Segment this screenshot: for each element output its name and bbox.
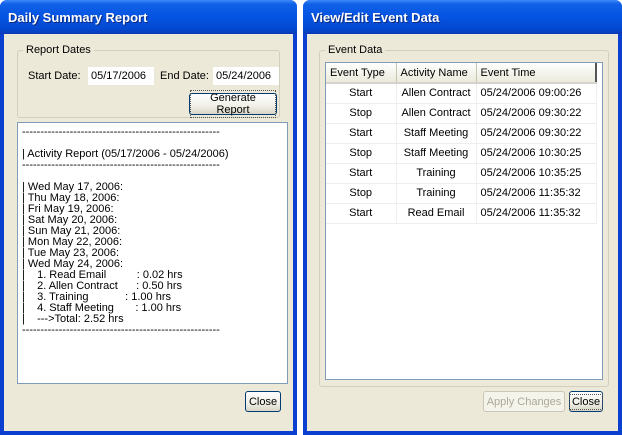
events-close-label: Close <box>568 393 604 410</box>
activity-name-cell: Training <box>396 163 477 184</box>
activity-name-cell: Allen Contract <box>396 103 477 124</box>
window-title: Daily Summary Report <box>8 9 148 25</box>
event-type-cell: Start <box>326 123 397 144</box>
table-row[interactable]: Stop Training 05/24/2006 11:35:32 <box>326 183 597 204</box>
event-time-cell: 05/24/2006 10:30:25 <box>476 143 597 164</box>
report-text-area[interactable]: ----------------------------------------… <box>17 122 288 384</box>
event-table: Event Type Activity Name Event Time Star… <box>326 63 597 224</box>
end-date-label: End Date: <box>160 70 209 82</box>
summary-close-button[interactable]: Close <box>245 391 281 412</box>
generate-report-label: Generate Report <box>190 90 276 118</box>
column-header-activity-name[interactable]: Activity Name <box>396 63 477 84</box>
event-type-cell: Stop <box>326 183 397 204</box>
table-row[interactable]: Start Allen Contract 05/24/2006 09:00:26 <box>326 83 597 104</box>
table-row[interactable]: Stop Staff Meeting 05/24/2006 10:30:25 <box>326 143 597 164</box>
event-type-cell: Start <box>326 203 397 224</box>
event-type-cell: Start <box>326 83 397 104</box>
event-type-cell: Stop <box>326 143 397 164</box>
event-data-client: Event Data Event Type Activity Name Even… <box>307 34 618 431</box>
event-time-cell: 05/24/2006 09:30:22 <box>476 123 597 144</box>
table-row[interactable]: Start Training 05/24/2006 10:35:25 <box>326 163 597 184</box>
event-type-cell: Stop <box>326 103 397 124</box>
activity-name-cell: Staff Meeting <box>396 143 477 164</box>
activity-name-cell: Allen Contract <box>396 83 477 104</box>
generate-report-button[interactable]: Generate Report <box>189 90 277 118</box>
event-time-cell: 05/24/2006 09:00:26 <box>476 83 597 104</box>
report-line: ----------------------------------------… <box>22 159 220 171</box>
daily-summary-window: Daily Summary Report Report Dates Start … <box>0 0 297 435</box>
event-data-window: View/Edit Event Data Event Data Event Ty… <box>303 0 622 435</box>
report-line: ----------------------------------------… <box>22 324 220 336</box>
table-row[interactable]: Start Read Email 05/24/2006 11:35:32 <box>326 203 597 224</box>
event-table-body: Start Allen Contract 05/24/2006 09:00:26 St… <box>326 83 597 224</box>
activity-name-cell: Training <box>396 183 477 204</box>
activity-name-cell: Read Email <box>396 203 477 224</box>
events-close-button[interactable]: Close <box>568 391 604 412</box>
event-time-cell: 05/24/2006 11:35:32 <box>476 183 597 204</box>
table-row[interactable]: Stop Allen Contract 05/24/2006 09:30:22 <box>326 103 597 124</box>
report-line: ----------------------------------------… <box>22 126 220 138</box>
activity-name-cell: Staff Meeting <box>396 123 477 144</box>
summary-close-label: Close <box>248 395 278 408</box>
column-header-event-type[interactable]: Event Type <box>326 63 397 84</box>
event-time-cell: 05/24/2006 10:35:25 <box>476 163 597 184</box>
start-date-label: Start Date: <box>28 70 81 82</box>
event-list[interactable]: Event Type Activity Name Event Time Star… <box>325 62 603 380</box>
apply-changes-label: Apply Changes <box>486 395 562 408</box>
start-date-field[interactable]: 05/17/2006 <box>88 67 154 85</box>
event-type-cell: Start <box>326 163 397 184</box>
event-table-header: Event Type Activity Name Event Time <box>326 63 597 84</box>
event-data-legend: Event Data <box>328 44 383 56</box>
event-time-cell: 05/24/2006 11:35:32 <box>476 203 597 224</box>
column-header-event-time[interactable]: Event Time <box>476 63 597 84</box>
report-dates-legend: Report Dates <box>26 44 91 56</box>
table-row[interactable]: Start Staff Meeting 05/24/2006 09:30:22 <box>326 123 597 144</box>
daily-summary-client: Report Dates Start Date: 05/17/2006 End … <box>4 34 293 431</box>
daily-summary-titlebar[interactable]: Daily Summary Report <box>0 0 297 34</box>
apply-changes-button[interactable]: Apply Changes <box>483 391 565 412</box>
end-date-field[interactable]: 05/24/2006 <box>213 67 279 85</box>
event-time-cell: 05/24/2006 09:30:22 <box>476 103 597 124</box>
window-title: View/Edit Event Data <box>311 9 440 25</box>
event-data-titlebar[interactable]: View/Edit Event Data <box>303 0 622 34</box>
